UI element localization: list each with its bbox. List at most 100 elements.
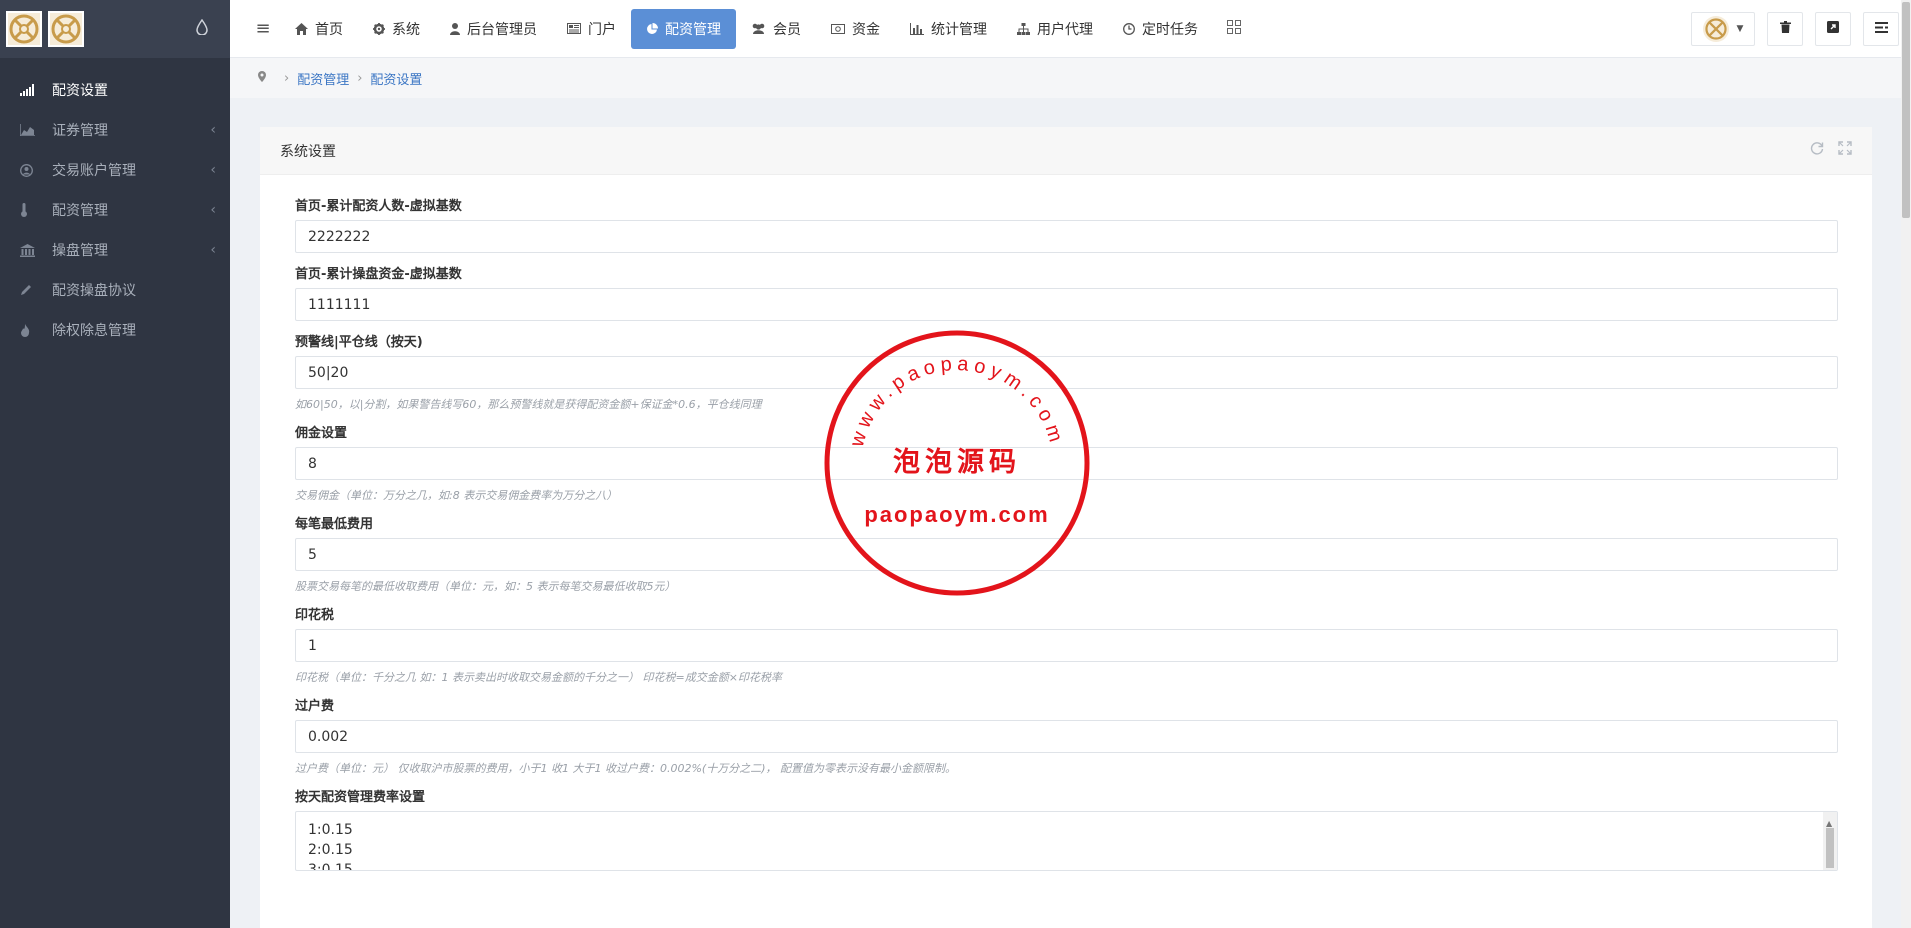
nav-right-tools: ▼ — [1691, 0, 1911, 58]
newspaper-icon — [567, 23, 581, 34]
field-transfer-fee: 过户费 0.002 过户费（单位：元） 仅收取沪市股票的费用，小于1 收1 大于… — [295, 695, 1838, 776]
logo[interactable] — [6, 11, 42, 47]
tab-peizi-manage[interactable]: 配资管理 — [631, 8, 736, 49]
sitemap-icon — [1017, 22, 1030, 35]
user-circle-icon — [20, 163, 44, 177]
sidebar-item-securities[interactable]: 证券管理 ‹ — [0, 110, 230, 150]
tab-label: 系统 — [392, 21, 420, 38]
page-scrollbar[interactable] — [1901, 0, 1911, 928]
textarea-scroll-thumb[interactable] — [1826, 828, 1834, 868]
scrollbar-thumb[interactable] — [1902, 2, 1910, 218]
tab-portal[interactable]: 门户 — [552, 9, 631, 49]
sidebar-item-label: 交易账户管理 — [52, 163, 136, 179]
field-commission: 佣金设置 8 交易佣金（单位：万分之几，如:8 表示交易佣金费率为万分之八） — [295, 422, 1838, 503]
min-fee-input[interactable]: 5 — [295, 538, 1838, 571]
field-label: 过户费 — [295, 699, 335, 714]
field-label: 首页-累计配资人数-虚拟基数 — [295, 199, 462, 214]
chevron-left-icon: ‹ — [210, 122, 216, 138]
sidebar-item-label: 配资设置 — [52, 83, 108, 99]
tab-funds[interactable]: 资金 — [816, 9, 895, 49]
list-settings-icon — [1874, 21, 1888, 37]
breadcrumb-link-peizi-settings[interactable]: 配资设置 — [370, 69, 422, 88]
field-min-fee: 每笔最低费用 5 股票交易每笔的最低收取费用（单位：元，如：5 表示每笔交易最低… — [295, 513, 1838, 594]
warning-line-input[interactable]: 50|20 — [295, 356, 1838, 389]
commission-input[interactable]: 8 — [295, 447, 1838, 480]
sidebar-item-label: 除权除息管理 — [52, 323, 136, 339]
virtual-fund-base-input[interactable]: 1111111 — [295, 288, 1838, 321]
field-label: 每笔最低费用 — [295, 517, 374, 532]
virtual-user-base-input[interactable]: 2222222 — [295, 220, 1838, 253]
refresh-icon[interactable] — [1810, 141, 1824, 159]
user-avatar-dropdown[interactable]: ▼ — [1691, 12, 1755, 46]
tab-home[interactable]: 首页 — [280, 9, 358, 49]
fire-icon — [20, 323, 44, 337]
logo-mark-icon — [51, 14, 81, 44]
pencil-icon — [20, 284, 44, 296]
daily-fee-rates-textarea[interactable]: 1:0.15 2:0.15 3:0.15 ▲ — [295, 811, 1838, 871]
settings-panel-button[interactable] — [1863, 12, 1899, 46]
tab-cron-tasks[interactable]: 定时任务 — [1108, 9, 1213, 49]
field-hint: 交易佣金（单位：万分之几，如:8 表示交易佣金费率为万分之八） — [295, 489, 618, 502]
home-icon — [295, 22, 308, 35]
sidebar-item-agreement[interactable]: 配资操盘协议 — [0, 270, 230, 310]
field-hint: 股票交易每笔的最低收取费用（单位：元，如：5 表示每笔交易最低收取5元） — [295, 580, 676, 593]
sidebar: 配资设置 证券管理 ‹ 交易账户管理 ‹ 配资管理 ‹ 操盘管理 ‹ 配资操盘协… — [0, 0, 230, 928]
tab-label: 首页 — [315, 21, 343, 38]
open-frontend-button[interactable] — [1815, 12, 1851, 46]
sidebar-item-label: 配资操盘协议 — [52, 283, 136, 299]
textarea-scrollbar[interactable]: ▲ — [1823, 812, 1837, 870]
money-icon — [831, 23, 845, 34]
clear-cache-button[interactable] — [1767, 12, 1803, 46]
tab-label: 会员 — [773, 21, 801, 38]
tab-system[interactable]: 系统 — [358, 9, 435, 49]
caret-down-icon: ▼ — [1736, 24, 1744, 34]
users-icon — [751, 23, 766, 34]
logo-mark-icon — [9, 14, 39, 44]
chevron-left-icon: ‹ — [210, 162, 216, 178]
field-daily-fee-rates: 按天配资管理费率设置 1:0.15 2:0.15 3:0.15 ▲ — [295, 786, 1838, 871]
tab-members[interactable]: 会员 — [736, 9, 816, 49]
panel-header: 系统设置 — [260, 127, 1872, 175]
tab-label: 门户 — [588, 21, 616, 38]
chevron-left-icon: ‹ — [210, 202, 216, 218]
tab-agents[interactable]: 用户代理 — [1002, 9, 1108, 49]
breadcrumb-separator: › — [284, 70, 290, 86]
sidebar-item-label: 配资管理 — [52, 203, 108, 219]
bar-chart-icon — [910, 22, 924, 35]
trash-icon — [1779, 21, 1791, 37]
stamp-tax-input[interactable]: 1 — [295, 629, 1838, 662]
logo-bar — [0, 0, 230, 58]
breadcrumb-link-peizi-manage[interactable]: 配资管理 — [297, 69, 349, 88]
transfer-fee-input[interactable]: 0.002 — [295, 720, 1838, 753]
top-nav: ≡ 首页 系统 后台管理员 门户 配资管理 会员 资金 统计管理 用户代理 定时… — [230, 0, 1911, 58]
signal-icon — [20, 84, 44, 96]
sidebar-item-trading-manage[interactable]: 操盘管理 ‹ — [0, 230, 230, 270]
tab-label: 定时任务 — [1142, 21, 1198, 38]
field-virtual-fund-base: 首页-累计操盘资金-虚拟基数 1111111 — [295, 263, 1838, 321]
settings-panel: 系统设置 首页-累计配资人数-虚拟基数 2222222 首页-累计操盘资金-虚拟… — [260, 127, 1872, 928]
tab-admins[interactable]: 后台管理员 — [435, 9, 552, 49]
sidebar-item-dividend[interactable]: 除权除息管理 — [0, 310, 230, 350]
field-label: 首页-累计操盘资金-虚拟基数 — [295, 267, 462, 282]
tab-label: 统计管理 — [931, 21, 987, 38]
tab-label: 用户代理 — [1037, 21, 1093, 38]
field-stamp-tax: 印花税 1 印花税（单位：千分之几 如：1 表示卖出时收取交易金额的千分之一） … — [295, 604, 1838, 685]
fullscreen-icon[interactable] — [1838, 141, 1852, 159]
hamburger-menu-icon[interactable]: ≡ — [246, 18, 280, 39]
logo-secondary[interactable] — [48, 11, 84, 47]
apps-grid-icon[interactable] — [1227, 19, 1241, 38]
clock-icon — [1123, 22, 1135, 35]
field-label: 佣金设置 — [295, 426, 348, 441]
gear-icon — [373, 22, 385, 35]
sidebar-item-peizi-manage[interactable]: 配资管理 ‹ — [0, 190, 230, 230]
thermometer-icon — [20, 203, 44, 217]
tab-statistics[interactable]: 统计管理 — [895, 9, 1002, 49]
theme-drop-icon[interactable] — [196, 18, 208, 39]
sidebar-item-trade-accounts[interactable]: 交易账户管理 ‹ — [0, 150, 230, 190]
sidebar-item-peizi-settings[interactable]: 配资设置 — [0, 70, 230, 110]
settings-form: 首页-累计配资人数-虚拟基数 2222222 首页-累计操盘资金-虚拟基数 11… — [260, 175, 1872, 871]
field-virtual-user-base: 首页-累计配资人数-虚拟基数 2222222 — [295, 195, 1838, 253]
field-hint: 如60|50，以|分割，如果警告线写60，那么预警线就是获得配资金额+保证金*0… — [295, 398, 762, 411]
external-link-icon — [1827, 21, 1839, 37]
textarea-line: 2:0.15 — [308, 842, 353, 858]
